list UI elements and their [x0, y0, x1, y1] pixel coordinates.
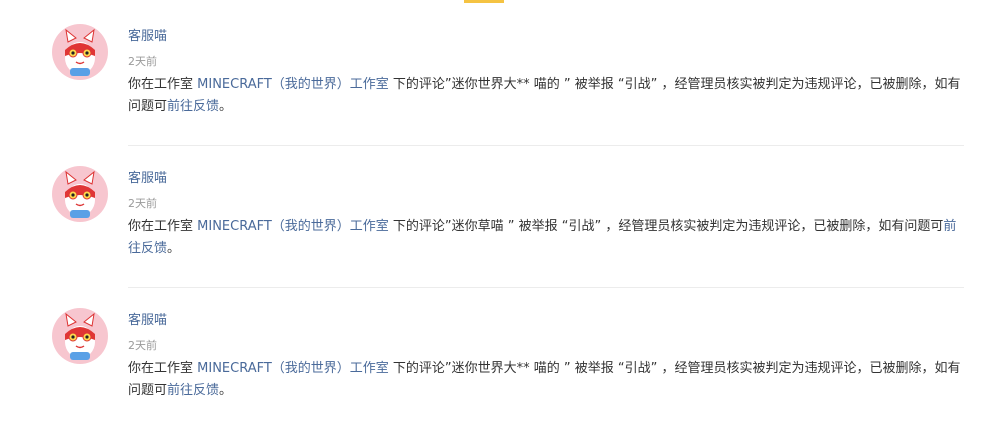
- timestamp: 2天前: [128, 197, 157, 210]
- cat-mascot-icon[interactable]: [52, 166, 108, 222]
- message-text: 你在工作室: [128, 361, 198, 376]
- notification-item: 客服喵 2天前 你在工作室 MINECRAFT（我的世界）工作室 下的评论”迷你…: [0, 0, 981, 146]
- notification-item: 客服喵 2天前 你在工作室 MINECRAFT（我的世界）工作室 下的评论”迷你…: [0, 142, 981, 288]
- cat-mascot-icon[interactable]: [52, 308, 108, 364]
- notification-item: 客服喵 2天前 你在工作室 MINECRAFT（我的世界）工作室 下的评论”迷你…: [0, 284, 981, 426]
- message-text: 你在工作室: [128, 77, 198, 92]
- cat-mascot-icon[interactable]: [52, 24, 108, 80]
- message-end: 。: [167, 241, 181, 256]
- sender-name[interactable]: 客服喵: [128, 167, 167, 186]
- message-end: 。: [219, 99, 233, 114]
- message-text: 你在工作室: [128, 219, 198, 234]
- notification-message: 你在工作室 MINECRAFT（我的世界）工作室 下的评论”迷你世界大** 喵的…: [128, 358, 968, 402]
- notification-message: 你在工作室 MINECRAFT（我的世界）工作室 下的评论”迷你世界大** 喵的…: [128, 74, 968, 118]
- studio-link[interactable]: MINECRAFT（我的世界）工作室: [197, 219, 389, 234]
- message-end: 。: [219, 383, 233, 398]
- timestamp: 2天前: [128, 339, 157, 352]
- sender-name[interactable]: 客服喵: [128, 25, 167, 44]
- sender-name[interactable]: 客服喵: [128, 309, 167, 328]
- studio-link[interactable]: MINECRAFT（我的世界）工作室: [197, 361, 389, 376]
- feedback-link[interactable]: 前往反馈: [167, 99, 219, 114]
- studio-link[interactable]: MINECRAFT（我的世界）工作室: [197, 77, 389, 92]
- timestamp: 2天前: [128, 55, 157, 68]
- feedback-link[interactable]: 前往反馈: [167, 383, 219, 398]
- notification-message: 你在工作室 MINECRAFT（我的世界）工作室 下的评论”迷你草喵 ” 被举报…: [128, 216, 968, 260]
- message-text: 下的评论”迷你草喵 ” 被举报 “引战” ，经管理员核实被判定为违规评论，已被删…: [388, 219, 944, 234]
- notification-list: 客服喵 2天前 你在工作室 MINECRAFT（我的世界）工作室 下的评论”迷你…: [0, 0, 981, 426]
